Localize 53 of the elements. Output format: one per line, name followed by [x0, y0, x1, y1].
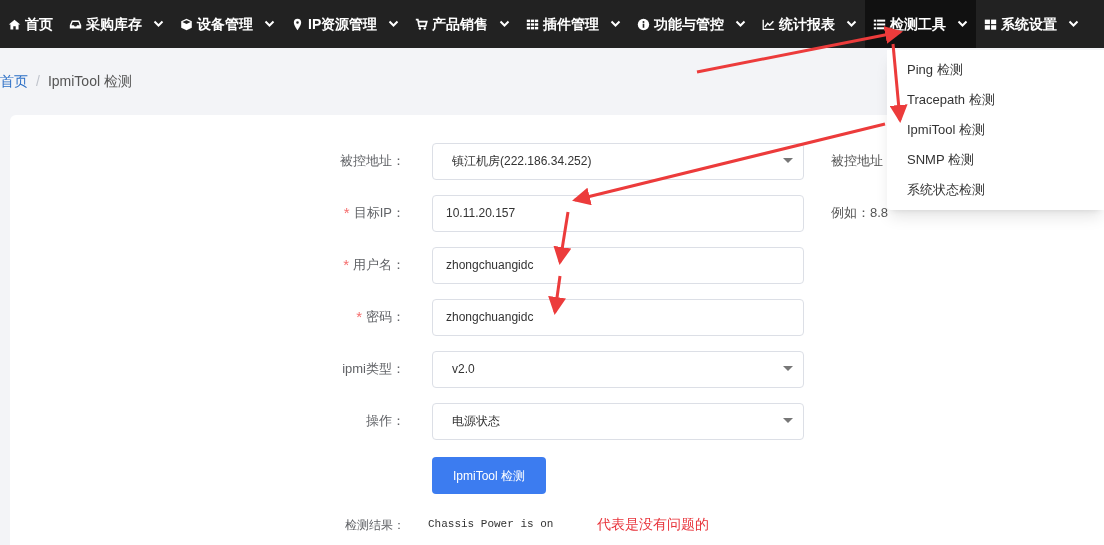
inbox-icon: [69, 17, 82, 31]
dropdown-menu-item[interactable]: IpmiTool 检测: [887, 115, 1104, 145]
dropdown-menu-item[interactable]: Ping 检测: [887, 55, 1104, 85]
annotation-note: 代表是没有问题的: [597, 515, 710, 534]
select-field[interactable]: 电源状态: [432, 402, 804, 440]
dropdown-menu-item[interactable]: 系统状态检测: [887, 175, 1104, 205]
dropdown-menu-item[interactable]: Tracepath 检测: [887, 85, 1104, 115]
dropdown-menu-item[interactable]: SNMP 检测: [887, 145, 1104, 175]
line-chart-icon: [762, 17, 776, 31]
breadcrumb-link[interactable]: 首页: [0, 71, 28, 92]
caret-down-icon: [783, 158, 793, 164]
ipmitool-check-button[interactable]: IpmiTool 检测: [432, 457, 546, 494]
input-field[interactable]: 10.11.20.157: [432, 194, 804, 232]
arrow: [553, 211, 572, 265]
field-label: 操作：: [366, 412, 405, 431]
nav-menu-item[interactable]: 产品销售: [407, 0, 519, 48]
nav-menu-item[interactable]: 功能与管控: [629, 0, 755, 48]
input-field[interactable]: zhongchuangidc: [432, 246, 804, 284]
nav-menu-item[interactable]: 首页: [0, 0, 61, 48]
nav-menu-item[interactable]: 设备管理: [172, 0, 283, 48]
nav-menu-item[interactable]: IP资源管理: [283, 0, 408, 48]
required-asterisk: *: [343, 202, 350, 223]
field-label: 被控地址：: [340, 152, 405, 171]
cube-icon: [180, 17, 193, 31]
caret-down-icon: [783, 366, 793, 372]
help-text: 被控地址: [831, 152, 883, 171]
info-icon: [637, 17, 651, 31]
help-text: 例如：8.8: [831, 204, 889, 223]
input-field[interactable]: zhongchuangidc: [432, 298, 804, 336]
result-output: Chassis Power is on: [428, 517, 554, 533]
nav-menu-item[interactable]: 统计报表: [754, 0, 866, 48]
grid-icon: [526, 17, 540, 31]
required-asterisk: *: [343, 254, 349, 275]
cart-icon: [415, 17, 429, 31]
select-field[interactable]: v2.0: [432, 350, 804, 388]
field-label: 密码：: [366, 308, 405, 327]
field-label: 目标IP：: [353, 204, 405, 223]
arrow: [548, 275, 566, 315]
select-field[interactable]: 镇江机房(222.186.34.252): [432, 142, 804, 180]
required-asterisk: *: [356, 306, 362, 327]
nav-menu-item[interactable]: 采购库存: [61, 0, 172, 48]
breadcrumb-current: IpmiTool 检测: [47, 72, 132, 91]
tiles-icon: [984, 17, 998, 31]
nav-menu-item[interactable]: 系统设置: [976, 0, 1088, 48]
map-pin-icon: [291, 17, 304, 31]
field-label: 用户名：: [353, 256, 405, 275]
breadcrumb-separator: /: [36, 72, 40, 91]
caret-down-icon: [783, 418, 793, 424]
nav-menu-item[interactable]: 检测工具: [865, 0, 977, 48]
home-icon: [8, 17, 21, 31]
list-icon: [873, 17, 887, 31]
nav-menu-item[interactable]: 插件管理: [518, 0, 630, 48]
field-label: ipmi类型：: [342, 360, 405, 379]
